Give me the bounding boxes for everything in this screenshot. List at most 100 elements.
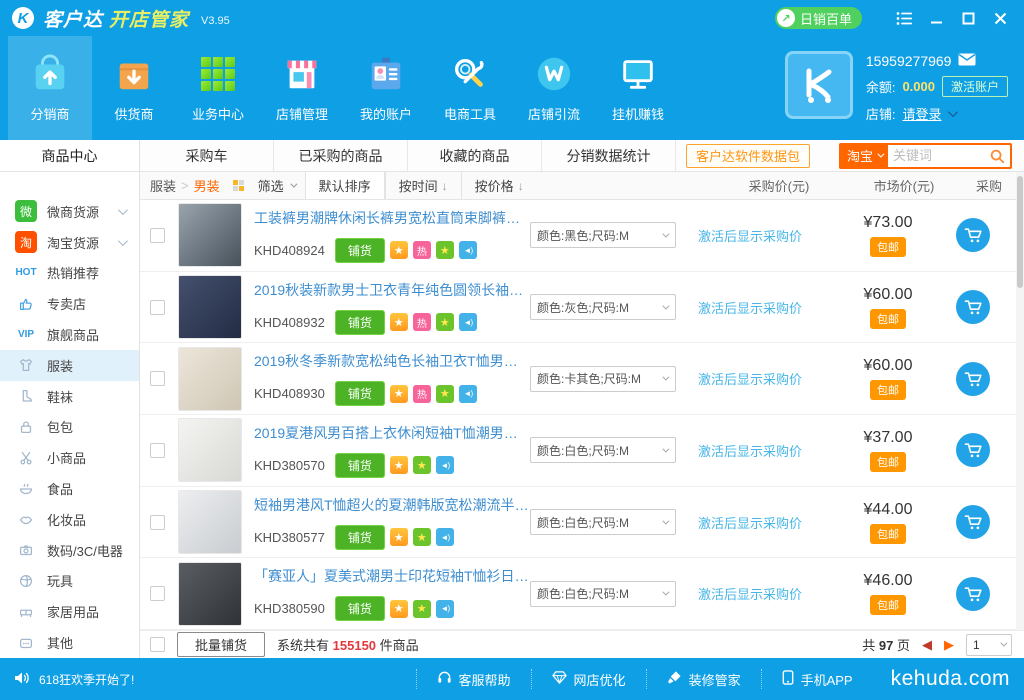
select-all-checkbox[interactable] (150, 637, 165, 652)
add-to-cart-button[interactable] (956, 505, 990, 539)
sidebar-item-hot-picks[interactable]: HOT 热销推荐 (0, 258, 139, 289)
product-image[interactable] (178, 490, 242, 554)
sku-select[interactable]: 颜色:白色;尺码:M (530, 581, 676, 607)
add-to-cart-button[interactable] (956, 577, 990, 611)
link-mobile-app[interactable]: 手机APP (761, 669, 873, 689)
tab-product-center[interactable]: 商品中心 (0, 140, 139, 172)
spread-goods-button[interactable]: 铺货 (335, 381, 385, 406)
row-checkbox[interactable] (150, 228, 165, 243)
link-shop-optimize[interactable]: 网店优化 (531, 669, 646, 689)
product-title-link[interactable]: 2019秋冬季新款宽松纯色长袖卫衣T恤男印花... (254, 351, 530, 371)
breadcrumb-current[interactable]: 男装 (194, 176, 220, 195)
menu-list-icon[interactable] (888, 0, 920, 36)
page-number-select[interactable]: 1 (966, 634, 1012, 656)
product-title-link[interactable]: 工装裤男潮牌休闲长裤男宽松直筒束脚裤秋季... (254, 208, 530, 228)
batch-spread-button[interactable]: 批量铺货 (177, 632, 265, 657)
data-pack-button[interactable]: 客户达软件数据包 (686, 144, 810, 168)
breadcrumb-root[interactable]: 服装 (150, 176, 176, 195)
nav-item-distributor[interactable]: 分销商 (8, 36, 92, 140)
nav-item-business-center[interactable]: 业务中心 (176, 36, 260, 140)
search-icon[interactable] (984, 145, 1010, 167)
search-input[interactable] (888, 145, 984, 167)
nav-item-supplier[interactable]: 供货商 (92, 36, 176, 140)
purchase-price-hint[interactable]: 激活后显示采购价 (688, 226, 838, 245)
sort-by-price[interactable]: 按价格 ↓ (461, 172, 537, 199)
row-checkbox[interactable] (150, 586, 165, 601)
add-to-cart-button[interactable] (956, 433, 990, 467)
account-avatar[interactable] (785, 51, 853, 119)
mail-icon[interactable] (958, 53, 976, 69)
chevron-down-icon[interactable] (948, 107, 958, 117)
row-checkbox[interactable] (150, 515, 165, 530)
next-page-button[interactable]: ▶ (944, 638, 954, 651)
sort-by-time[interactable]: 按时间 ↓ (385, 172, 461, 199)
product-title-link[interactable]: 「赛亚人」夏美式潮男士印花短袖T恤衫日系... (254, 566, 530, 586)
add-to-cart-button[interactable] (956, 362, 990, 396)
nav-item-ecommerce-tools[interactable]: 电商工具 (428, 36, 512, 140)
sidebar-item-taobao-source[interactable]: 淘 淘宝货源 (0, 227, 139, 258)
spread-goods-button[interactable]: 铺货 (335, 525, 385, 550)
sort-default[interactable]: 默认排序 (305, 172, 385, 199)
sidebar-item-clothing[interactable]: 服装 (0, 350, 139, 381)
purchase-price-hint[interactable]: 激活后显示采购价 (688, 369, 838, 388)
sidebar-item-flagship[interactable]: VIP 旗舰商品 (0, 319, 139, 350)
spread-goods-button[interactable]: 铺货 (335, 238, 385, 263)
sidebar-item-home-goods[interactable]: 家居用品 (0, 596, 139, 627)
sidebar-item-wechat-source[interactable]: 微 微商货源 (0, 196, 139, 227)
sidebar-item-toys[interactable]: 玩具 (0, 566, 139, 597)
vertical-scrollbar[interactable] (1016, 172, 1024, 630)
filter-toggle[interactable]: 筛选 (254, 172, 305, 199)
add-to-cart-button[interactable] (956, 290, 990, 324)
product-title-link[interactable]: 短袖男港风T恤超火的夏潮韩版宽松潮流半袖... (254, 495, 530, 515)
row-checkbox[interactable] (150, 443, 165, 458)
add-to-cart-button[interactable] (956, 218, 990, 252)
maximize-button[interactable] (952, 0, 984, 36)
activate-account-button[interactable]: 激活账户 (942, 76, 1008, 97)
scrollbar-thumb[interactable] (1017, 176, 1023, 288)
product-image[interactable] (178, 275, 242, 339)
tab-distribution-stats[interactable]: 分销数据统计 (542, 140, 676, 171)
search-engine-select[interactable]: 淘宝 (841, 145, 888, 167)
sidebar-item-food[interactable]: 食品 (0, 473, 139, 504)
sidebar-item-bags[interactable]: 包包 (0, 412, 139, 443)
nav-item-shop-traffic[interactable]: 店铺引流 (512, 36, 596, 140)
sidebar-item-shoes-socks[interactable]: 鞋袜 (0, 381, 139, 412)
sku-select[interactable]: 颜色:白色;尺码:M (530, 437, 676, 463)
tab-purchase-cart[interactable]: 采购车 (140, 140, 274, 171)
grid-view-icon[interactable] (233, 180, 244, 191)
sku-select[interactable]: 颜色:灰色;尺码:M (530, 294, 676, 320)
promo-badge[interactable]: ↗ 日销百单 (775, 7, 862, 29)
row-checkbox[interactable] (150, 300, 165, 315)
row-checkbox[interactable] (150, 371, 165, 386)
sku-select[interactable]: 颜色:卡其色;尺码:M (530, 366, 676, 392)
spread-goods-button[interactable]: 铺货 (335, 453, 385, 478)
purchase-price-hint[interactable]: 激活后显示采购价 (688, 298, 838, 317)
spread-goods-button[interactable]: 铺货 (335, 596, 385, 621)
close-button[interactable] (984, 0, 1016, 36)
login-link[interactable]: 请登录 (902, 104, 941, 123)
product-image[interactable] (178, 562, 242, 626)
spread-goods-button[interactable]: 铺货 (335, 310, 385, 335)
product-image[interactable] (178, 347, 242, 411)
purchase-price-hint[interactable]: 激活后显示采购价 (688, 441, 838, 460)
product-title-link[interactable]: 2019秋装新款男士卫衣青年纯色圆领长袖T恤... (254, 280, 530, 300)
minimize-button[interactable] (920, 0, 952, 36)
sidebar-item-other[interactable]: 其他 (0, 627, 139, 658)
product-title-link[interactable]: 2019夏港风男百搭上衣休闲短袖T恤潮男装韩... (254, 423, 530, 443)
sku-select[interactable]: 颜色:黑色;尺码:M (530, 222, 676, 248)
product-image[interactable] (178, 203, 242, 267)
nav-item-idle-earning[interactable]: 挂机赚钱 (596, 36, 680, 140)
sidebar-item-cosmetics[interactable]: 化妆品 (0, 504, 139, 535)
purchase-price-hint[interactable]: 激活后显示采购价 (688, 513, 838, 532)
sku-select[interactable]: 颜色:白色;尺码:M (530, 509, 676, 535)
link-decoration-manager[interactable]: 装修管家 (646, 669, 761, 689)
nav-item-shop-management[interactable]: 店铺管理 (260, 36, 344, 140)
tab-favorite-goods[interactable]: 收藏的商品 (408, 140, 542, 171)
sidebar-item-specialty-store[interactable]: 专卖店 (0, 288, 139, 319)
prev-page-button[interactable]: ◀ (922, 638, 932, 651)
tab-purchased-goods[interactable]: 已采购的商品 (274, 140, 408, 171)
sidebar-item-digital-3c[interactable]: 数码/3C/电器 (0, 535, 139, 566)
nav-item-my-account[interactable]: 我的账户 (344, 36, 428, 140)
sidebar-item-small-goods[interactable]: 小商品 (0, 442, 139, 473)
link-customer-help[interactable]: 客服帮助 (416, 669, 531, 689)
